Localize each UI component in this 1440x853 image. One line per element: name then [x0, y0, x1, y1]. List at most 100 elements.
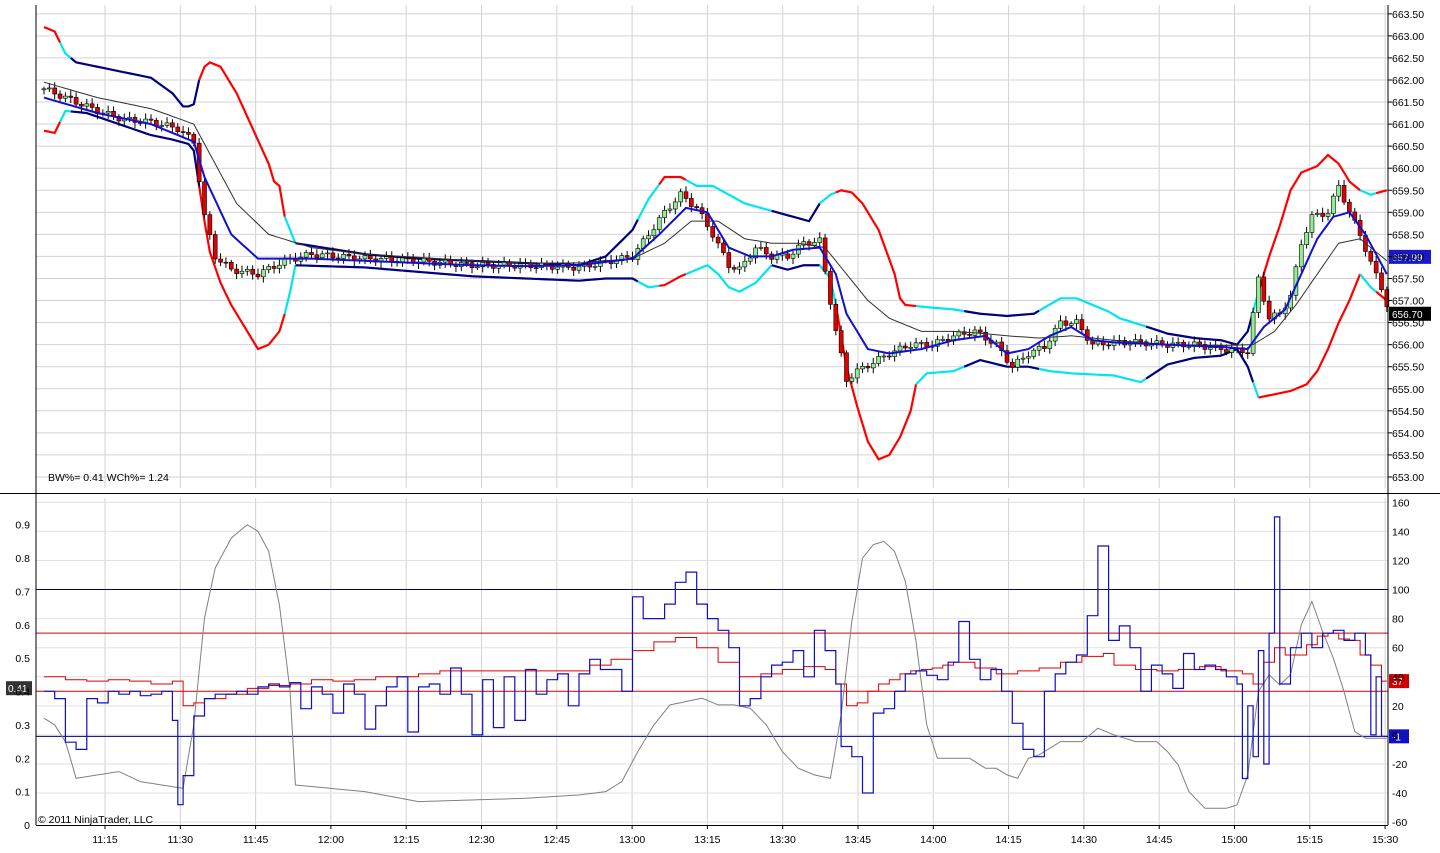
- candle-body: [389, 256, 395, 262]
- candle-body: [1047, 340, 1053, 349]
- candle-body: [817, 237, 823, 243]
- price-tick-label: 657.00: [1392, 296, 1424, 308]
- left-tick-label: 0.8: [15, 553, 30, 565]
- right-tick-label: 140: [1392, 526, 1410, 538]
- candle-body: [1154, 340, 1160, 344]
- candle-body: [346, 254, 352, 257]
- candle-body: [715, 236, 721, 244]
- candle-body: [667, 208, 673, 211]
- x-tick-label: 11:30: [168, 834, 194, 846]
- candle-body: [175, 126, 181, 132]
- right-tick-label: -20: [1392, 759, 1407, 771]
- candle-body: [368, 255, 373, 260]
- candle-body: [1309, 214, 1315, 233]
- right-tick-label: 160: [1392, 497, 1410, 509]
- candle-body: [758, 247, 764, 249]
- candle-body: [207, 214, 213, 235]
- candle-body: [1368, 251, 1374, 262]
- x-tick-label: 13:00: [619, 834, 645, 846]
- candle-body: [421, 257, 427, 263]
- candle-body: [164, 122, 170, 126]
- price-tick-label: 660.00: [1392, 163, 1424, 175]
- candle-body: [212, 234, 218, 260]
- left-tick-label: 0: [24, 820, 30, 832]
- left-tick-label: 0.1: [15, 787, 30, 799]
- candle-body: [903, 345, 908, 349]
- candle-body: [79, 103, 84, 107]
- candle-body: [876, 356, 881, 364]
- copyright-text: © 2011 NinjaTrader, LLC: [38, 814, 154, 826]
- right-tick-label: 20: [1392, 701, 1404, 713]
- chart-background: [0, 0, 1440, 853]
- candle-body: [105, 111, 111, 114]
- left-tick-label: 0.7: [15, 586, 30, 598]
- candle-body: [330, 252, 336, 259]
- x-tick-label: 13:15: [694, 834, 720, 846]
- candle-body: [1058, 320, 1063, 329]
- candle-body: [180, 131, 186, 133]
- candle-body: [57, 93, 63, 99]
- candle-body: [314, 254, 320, 258]
- price-tick-label: 656.50: [1392, 318, 1424, 330]
- price-tick-label: 659.00: [1392, 207, 1424, 219]
- x-tick-label: 14:00: [920, 834, 946, 846]
- candle-body: [726, 252, 732, 268]
- candle-body: [1256, 276, 1261, 313]
- candle-body: [977, 329, 983, 333]
- candle-body: [721, 242, 726, 253]
- candle-body: [63, 95, 68, 99]
- candle-body: [742, 260, 748, 268]
- candle-body: [1347, 201, 1352, 213]
- right-tick-label: 100: [1392, 585, 1410, 597]
- right-tick-label: 120: [1392, 555, 1410, 567]
- candle-body: [47, 87, 52, 90]
- price-tick-label: 658.00: [1392, 251, 1424, 263]
- right-tick-label: -60: [1392, 817, 1407, 829]
- candle-body: [303, 252, 309, 258]
- candle-body: [656, 217, 662, 230]
- price-tick-label: 659.50: [1392, 185, 1424, 197]
- candle-body: [710, 226, 716, 238]
- candle-body: [592, 266, 598, 268]
- left-tick-label: 0.9: [15, 520, 30, 532]
- candle-body: [571, 267, 576, 271]
- candle-body: [812, 242, 817, 246]
- candle-body: [271, 266, 277, 269]
- candle-body: [737, 266, 742, 270]
- candle-body: [261, 269, 266, 278]
- candle-body: [250, 268, 255, 275]
- x-tick-label: 12:45: [544, 834, 570, 846]
- candle-body: [41, 88, 47, 91]
- candle-body: [148, 118, 154, 121]
- left-tick-label: 0.5: [15, 653, 30, 665]
- candle-body: [624, 255, 630, 258]
- price-tick-label: 655.00: [1392, 384, 1424, 396]
- candle-body: [838, 330, 844, 354]
- price-tick-label: 653.00: [1392, 472, 1424, 484]
- chart-canvas: 657.99656.70 0.4137-1 BW%= 0.41 WCh%= 1.…: [0, 0, 1440, 853]
- candle-body: [228, 262, 234, 270]
- candle-body: [940, 339, 946, 341]
- candle-body: [89, 103, 95, 108]
- candle-body: [1341, 185, 1347, 203]
- candle-body: [1079, 319, 1085, 331]
- price-tick-label: 663.00: [1392, 31, 1424, 43]
- candle-body: [1026, 356, 1031, 359]
- x-tick-label: 15:00: [1221, 834, 1247, 846]
- candle-body: [1261, 276, 1267, 302]
- candle-body: [426, 257, 432, 262]
- price-tick-label: 653.50: [1392, 450, 1424, 462]
- price-tick-label: 662.50: [1392, 53, 1424, 65]
- candle-body: [544, 262, 550, 266]
- price-tick-label: 662.00: [1392, 75, 1424, 87]
- candle-body: [1020, 357, 1026, 360]
- candle-body: [1266, 300, 1272, 320]
- candle-body: [860, 365, 865, 370]
- candle-body: [475, 266, 480, 269]
- candle-body: [662, 209, 667, 218]
- left-tick-label: 0.6: [15, 620, 30, 632]
- candle-body: [1373, 260, 1379, 274]
- candle-body: [1245, 352, 1251, 355]
- x-tick-label: 13:45: [845, 834, 871, 846]
- candle-body: [919, 342, 924, 344]
